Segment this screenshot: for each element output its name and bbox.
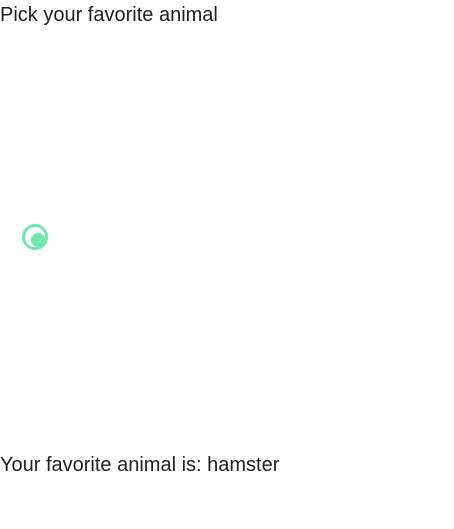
radio-checked-dot [31, 233, 45, 247]
result-prefix: Your favorite animal is: [0, 454, 208, 476]
result-value: hamster [207, 454, 280, 476]
result-text: Your favorite animal is: hamster [0, 453, 279, 477]
radio-button-selected[interactable] [22, 224, 54, 256]
animal-radio-group [0, 40, 454, 440]
radio-outer-ring [22, 224, 48, 250]
question-heading: Pick your favorite animal [0, 4, 218, 26]
